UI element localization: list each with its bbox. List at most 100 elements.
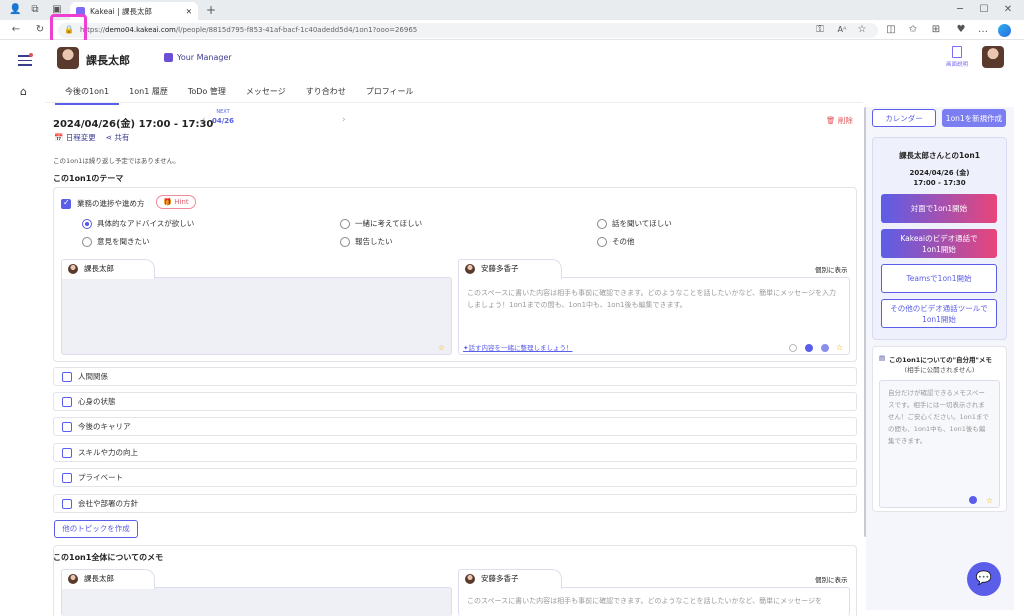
screen-guide-button[interactable]: 画面説明 [942,46,972,68]
key-icon[interactable]: ⚿ [814,25,826,35]
organize-link[interactable]: ✦話す内容を一緒に整理しましょう！ [463,342,572,352]
card-time: 17:00 - 17:30 [913,179,966,187]
radio-button[interactable] [82,218,92,229]
star-icon[interactable]: ☆ [438,343,445,352]
no-repeat-notice: この1on1は繰り返し予定ではありません。 [53,157,180,165]
other-video-button[interactable]: その他のビデオ通話ツールで1on1開始 [881,299,997,328]
memo-left-name: 課長太郎 [84,264,114,273]
radio-button[interactable] [597,236,607,247]
topic-row[interactable]: 人間関係 [53,367,857,386]
calendar-button[interactable]: カレンダー [872,109,936,127]
radio-think-together[interactable]: 一緒に考えてほしい [340,218,422,229]
topic-row[interactable]: プライベート [53,468,857,487]
delete-label: 削除 [837,116,853,125]
topic-checkbox[interactable] [62,371,72,382]
radio-other[interactable]: その他 [597,236,635,247]
format-icon[interactable] [821,344,829,352]
format-icon[interactable] [969,496,977,504]
home-icon[interactable]: ⌂ [20,85,27,98]
radio-report[interactable]: 報告したい [340,236,393,247]
highlight-annotation [50,14,87,43]
topic-checkbox[interactable] [61,198,71,209]
radio-advice[interactable]: 具体的なアドバイスが欲しい [82,218,194,229]
new-1on1-button[interactable]: 1on1を新規作成 [942,109,1006,127]
topic-row[interactable]: スキルや力の向上 [53,443,857,462]
topic-label: 人間関係 [78,372,108,381]
favorites-icon[interactable]: ✩ [907,25,919,35]
back-icon[interactable]: ← [10,25,22,35]
refresh-icon[interactable]: ↻ [34,25,46,35]
overall-right-name: 安藤多香子 [481,574,519,583]
attach-icon[interactable] [805,344,813,352]
topic-checkbox[interactable] [62,472,72,483]
share-icon: ⋖ [105,133,113,142]
kakeai-video-button[interactable]: Kakeaiのビデオ通話で1on1開始 [881,229,997,258]
reschedule-button[interactable]: 📅 日程変更 [54,132,96,143]
topic-row[interactable]: 心身の状態 [53,392,857,411]
extensions-icon[interactable]: ♥ [955,25,967,35]
collections-icon[interactable]: ⊞ [930,25,942,35]
share-button[interactable]: ⋖ 共有 [106,132,130,143]
card-date: 2024/04/26 (金) [909,169,970,177]
read-aloud-icon[interactable]: Aᴬ [836,25,848,35]
profile-icon[interactable]: 👤 [9,5,21,15]
overall-individual-toggle[interactable]: 個別に表示 [815,574,848,584]
face-to-face-button[interactable]: 対面で1on1開始 [881,194,997,223]
individual-display-toggle[interactable]: 個別に表示 [815,264,848,274]
my-avatar[interactable] [982,46,1004,68]
star-icon[interactable]: ☆ [986,496,993,505]
overall-memo-left[interactable]: 課長太郎 [61,569,452,616]
delete-button[interactable]: 🗑 削除 [826,115,853,126]
copilot-icon[interactable] [998,24,1011,37]
browser-tab[interactable]: Kakeai | 課長太郎 ✕ [70,2,198,20]
topic-row[interactable]: 会社や部署の方針 [53,494,857,513]
split-screen-icon[interactable]: ◫ [885,25,897,35]
private-memo-textarea[interactable]: 自分だけが確認できるメモスペースです。相手には一切表示されません！ご安心ください… [879,380,1000,508]
close-window-icon[interactable]: ✕ [1002,5,1014,15]
topic-checkbox[interactable] [62,498,72,509]
star-icon[interactable]: ☆ [836,343,843,352]
radio-opinion[interactable]: 意見を聞きたい [82,236,150,247]
overall-memo-right[interactable]: 安藤多香子 このスペースに書いた内容は相手も事前に確認できます。どのようなことを… [458,569,850,616]
more-menu-icon[interactable]: … [977,25,989,35]
overall-memo-placeholder: このスペースに書いた内容は相手も事前に確認できます。どのようなことを話したいかな… [467,597,822,605]
topic-checkbox[interactable] [62,396,72,407]
avatar [68,264,78,274]
memo-left-textarea[interactable]: 課長太郎 ☆ [61,259,452,355]
new-tab-icon[interactable]: + [205,4,217,16]
maximize-icon[interactable]: ☐ [978,5,990,15]
radio-listen[interactable]: 話を聞いてほしい [597,218,672,229]
topic-checkbox[interactable] [62,421,72,432]
hint-button[interactable]: 🎁 Hint [156,195,196,209]
radio-button[interactable] [340,236,350,247]
manager-badge: Your Manager [164,53,232,62]
next-session-icon[interactable]: › [342,115,346,125]
url-field[interactable]: https://demo04.kakeai.com/l/people/8815d… [58,23,878,38]
teams-button[interactable]: Teamsで1on1開始 [881,264,997,293]
url-path: /l/people/8815d795-f853-41af-bacf-1c40ad… [175,26,418,34]
next-session-link[interactable]: NEXT 04/26 [212,108,234,126]
chat-support-icon[interactable]: 💬 [967,562,1001,596]
minimize-icon[interactable]: ─ [954,5,966,15]
trash-icon: 🗑 [826,116,836,125]
favorite-star-icon[interactable]: ☆ [856,25,868,35]
prev-session-icon[interactable]: ‹ [202,115,206,125]
next-date: 04/26 [212,117,235,125]
collections-icon[interactable]: ⧉ [29,5,41,15]
topic-row-progress[interactable]: 業務の進捗や進め方 [61,198,145,209]
hint-label: Hint [174,198,189,206]
radio-button[interactable] [340,218,350,229]
close-tab-icon[interactable]: ✕ [186,7,192,16]
manager-label: Your Manager [177,53,232,62]
topic-checkbox[interactable] [62,447,72,458]
tabs-divider [45,102,863,103]
create-topic-button[interactable]: 他のトピックを作成 [54,520,138,538]
topic-row[interactable]: 今後のキャリア [53,417,857,436]
radio-button[interactable] [82,236,92,247]
calendar-icon: 📅 [54,133,64,142]
card-title: 課長太郎さんとの1on1 [899,151,980,160]
memo-right-textarea[interactable]: 安藤多香子 このスペースに書いた内容は相手も事前に確認できます。どのようなことを… [458,259,850,355]
radio-button[interactable] [597,218,607,229]
emoji-icon[interactable] [789,344,797,352]
memo-placeholder: このスペースに書いた内容は相手も事前に確認できます。どのようなことを話したいかな… [467,289,836,309]
